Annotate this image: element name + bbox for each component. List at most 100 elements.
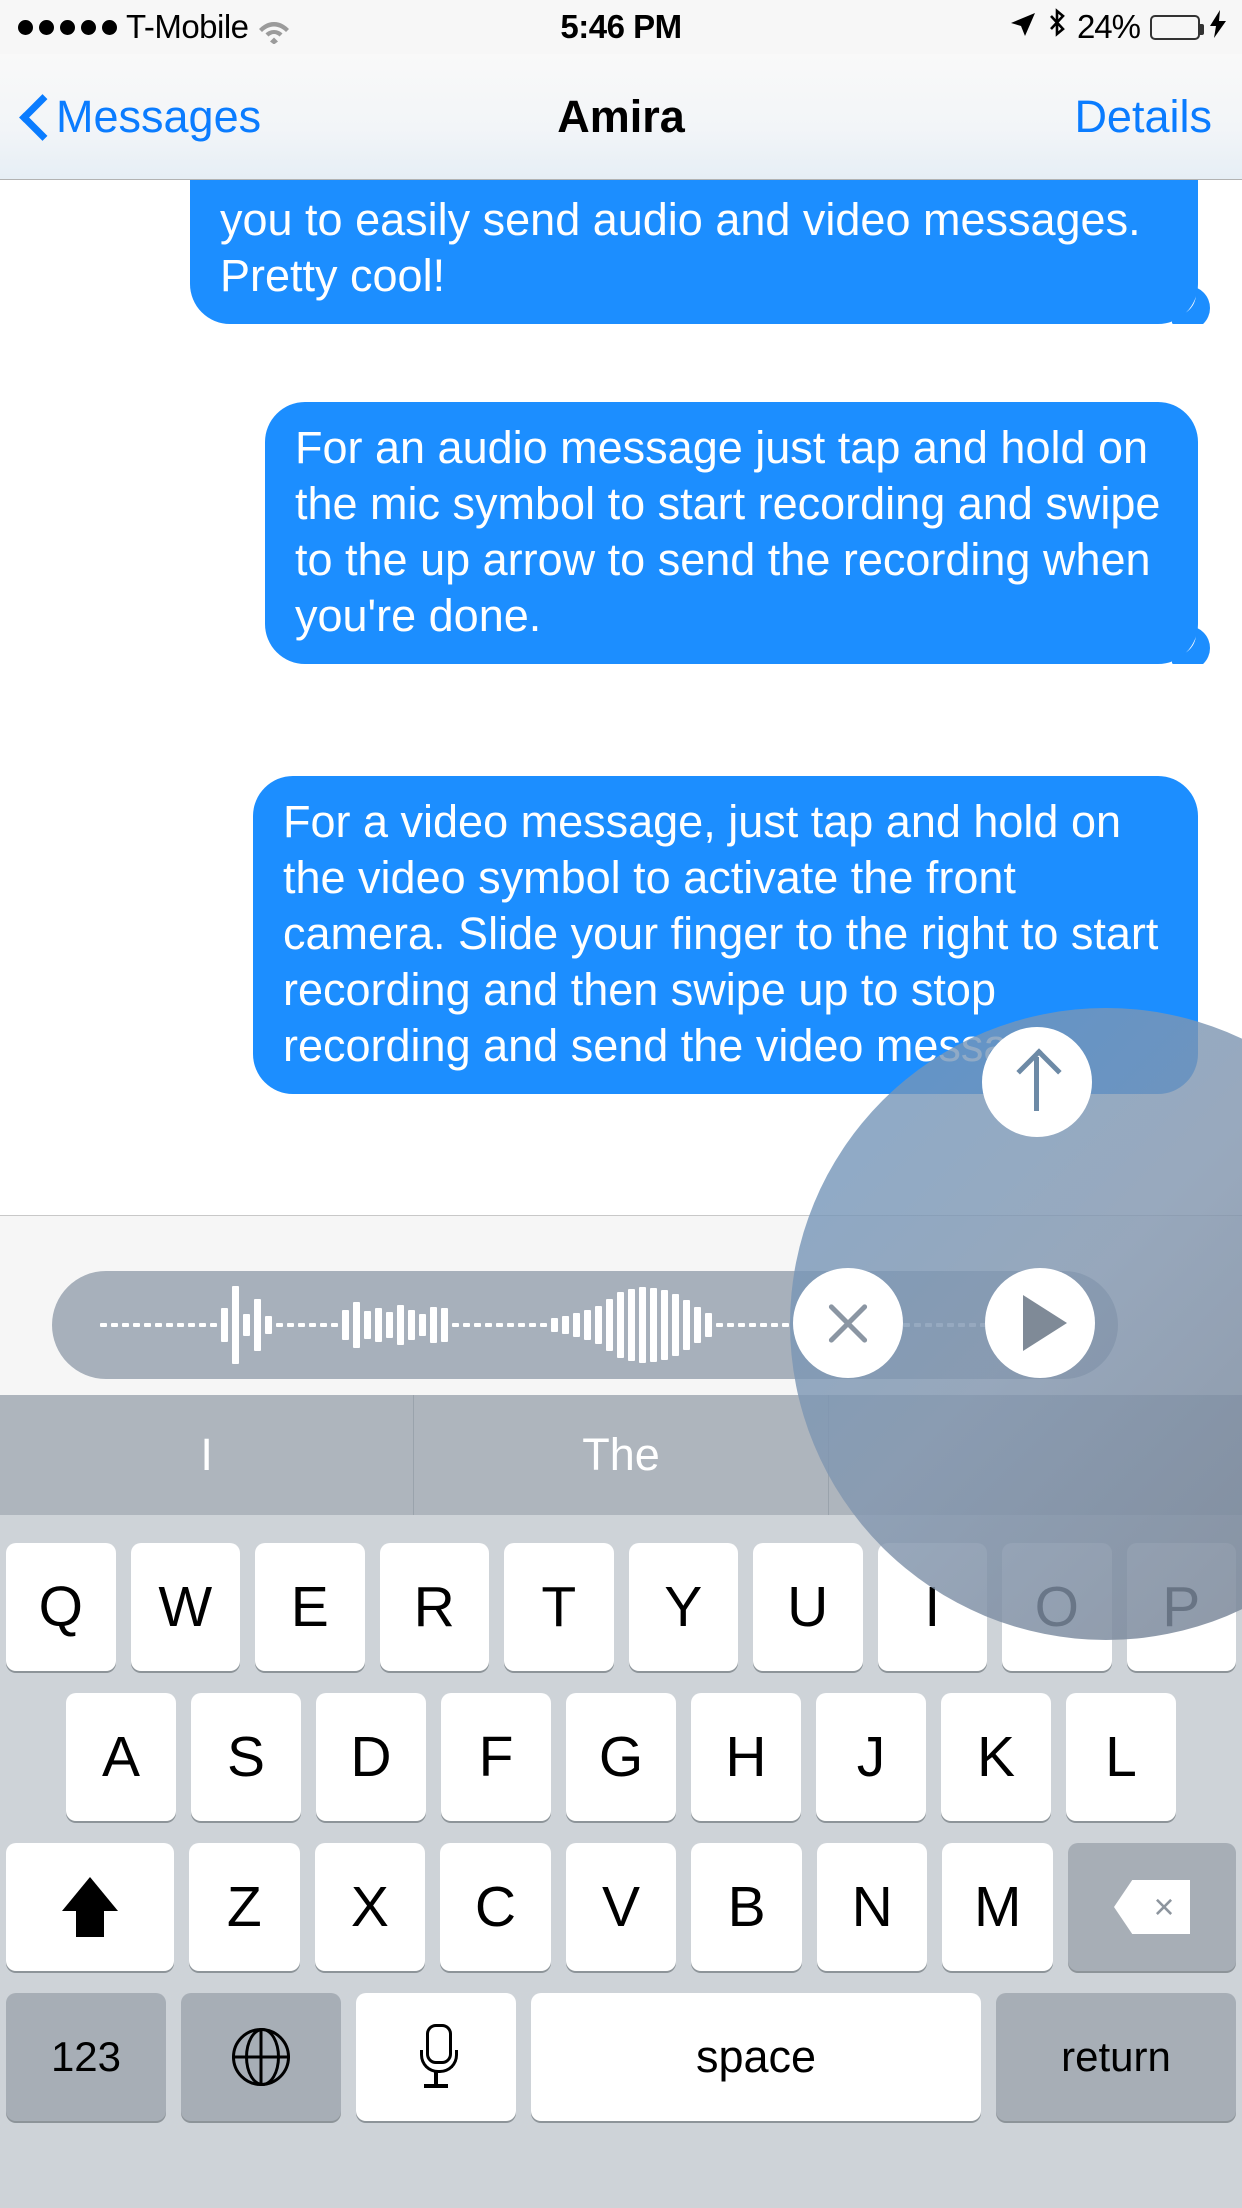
shift-arrow-icon <box>62 1877 118 1937</box>
key-l[interactable]: L <box>1066 1693 1176 1821</box>
waveform-bar <box>463 1323 470 1327</box>
waveform-bar <box>474 1323 481 1327</box>
waveform-bar <box>276 1323 283 1327</box>
waveform-bar <box>386 1312 393 1338</box>
waveform-bar <box>364 1311 371 1339</box>
waveform-bar <box>232 1286 239 1364</box>
key-t[interactable]: T <box>504 1543 614 1671</box>
waveform-bar <box>320 1323 327 1327</box>
keyboard-row-3-letters: ZXCVBNM <box>189 1843 1054 1971</box>
waveform-bar <box>650 1288 657 1362</box>
waveform-bar <box>551 1318 558 1332</box>
waveform-bar <box>595 1306 602 1344</box>
message-bubble-outgoing[interactable]: Check out the new features in iOS 8 that… <box>190 180 1198 324</box>
waveform-bar <box>771 1323 778 1327</box>
waveform-bar <box>694 1307 701 1343</box>
waveform-bar <box>441 1308 448 1342</box>
key-f[interactable]: F <box>441 1693 551 1821</box>
waveform-bar <box>617 1292 624 1358</box>
key-u[interactable]: U <box>753 1543 863 1671</box>
key-m[interactable]: M <box>942 1843 1054 1971</box>
key-y[interactable]: Y <box>628 1543 738 1671</box>
waveform-bar <box>100 1323 107 1327</box>
waveform-bar <box>254 1299 261 1351</box>
waveform-bar <box>562 1316 569 1334</box>
send-recording-button[interactable] <box>982 1027 1092 1137</box>
waveform-bar <box>133 1323 140 1327</box>
waveform-bar <box>639 1287 646 1363</box>
waveform-bar <box>760 1323 767 1327</box>
key-j[interactable]: J <box>816 1693 926 1821</box>
waveform-bar <box>716 1323 723 1327</box>
lightning-bolt-icon <box>1210 8 1226 46</box>
globe-icon <box>232 2028 290 2086</box>
play-recording-button[interactable] <box>985 1268 1095 1378</box>
waveform-bar <box>628 1289 635 1361</box>
backspace-key[interactable]: × <box>1068 1843 1236 1971</box>
waveform-bar <box>353 1302 360 1348</box>
key-n[interactable]: N <box>816 1843 928 1971</box>
close-x-icon <box>822 1297 874 1349</box>
keyboard-row-2: ASDFGHJKL <box>0 1693 1242 1821</box>
key-e[interactable]: E <box>255 1543 365 1671</box>
key-a[interactable]: A <box>66 1693 176 1821</box>
key-c[interactable]: C <box>440 1843 551 1971</box>
arrow-up-icon <box>1015 1051 1059 1113</box>
key-s[interactable]: S <box>191 1693 301 1821</box>
waveform-bar <box>144 1323 151 1327</box>
waveform-bar <box>221 1308 228 1342</box>
status-bar: T-Mobile 5:46 PM 24% <box>0 0 1242 54</box>
waveform-bar <box>122 1323 129 1327</box>
key-x[interactable]: X <box>314 1843 426 1971</box>
waveform-bar <box>727 1323 734 1327</box>
waveform-bar <box>705 1313 712 1337</box>
waveform-bar <box>507 1323 514 1327</box>
waveform-bar <box>452 1323 459 1327</box>
shift-key[interactable] <box>6 1843 174 1971</box>
page-title: Amira <box>557 90 685 142</box>
bluetooth-icon <box>1047 8 1067 46</box>
key-w[interactable]: W <box>130 1543 240 1671</box>
waveform-bar <box>573 1313 580 1337</box>
key-k[interactable]: K <box>941 1693 1051 1821</box>
globe-key[interactable] <box>181 1993 341 2121</box>
waveform-bar <box>331 1323 338 1327</box>
details-button[interactable]: Details <box>1074 91 1212 143</box>
play-triangle-icon <box>1023 1295 1067 1351</box>
waveform-bar <box>529 1323 536 1327</box>
key-z[interactable]: Z <box>189 1843 300 1971</box>
cancel-recording-button[interactable] <box>793 1268 903 1378</box>
waveform-bar <box>518 1323 525 1327</box>
waveform-bar <box>342 1310 349 1340</box>
bubble-tail <box>1172 288 1212 324</box>
waveform-bar <box>419 1314 426 1336</box>
bubble-tail <box>1172 628 1212 664</box>
keyboard-row-3: ZXCVBNM × <box>0 1843 1242 1971</box>
key-d[interactable]: D <box>316 1693 426 1821</box>
waveform-bar <box>606 1299 613 1351</box>
keyboard-row-4: 123 space return <box>0 1993 1242 2121</box>
suggestion-cell-2[interactable]: The <box>414 1395 829 1515</box>
suggestion-cell-1[interactable]: I <box>0 1395 415 1515</box>
microphone-icon <box>413 2024 459 2090</box>
dictation-key[interactable] <box>356 1993 516 2121</box>
key-r[interactable]: R <box>379 1543 489 1671</box>
key-b[interactable]: B <box>691 1843 802 1971</box>
key-v[interactable]: V <box>565 1843 677 1971</box>
waveform-bar <box>243 1314 250 1336</box>
status-bar-right: 24% <box>1009 8 1226 46</box>
key-h[interactable]: H <box>691 1693 801 1821</box>
waveform-bar <box>485 1323 492 1327</box>
return-key[interactable]: return <box>996 1993 1236 2121</box>
waveform-bar <box>375 1308 382 1342</box>
key-g[interactable]: G <box>566 1693 676 1821</box>
numbers-key[interactable]: 123 <box>6 1993 166 2121</box>
space-key[interactable]: space <box>531 1993 981 2121</box>
waveform-bar <box>199 1323 206 1327</box>
waveform-bar <box>782 1323 789 1327</box>
key-q[interactable]: Q <box>6 1543 116 1671</box>
message-bubble-outgoing[interactable]: For an audio message just tap and hold o… <box>265 402 1198 664</box>
waveform-bar <box>408 1310 415 1340</box>
waveform-bar <box>210 1323 217 1327</box>
waveform-bar <box>683 1300 690 1350</box>
